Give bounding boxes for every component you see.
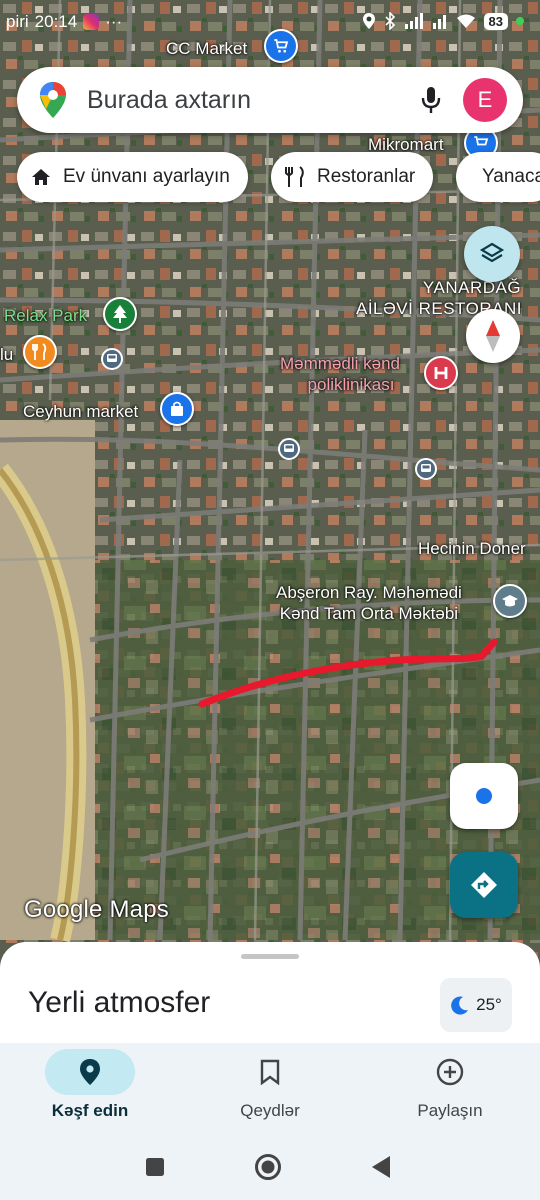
search-bar[interactable]: Burada axtarın E — [17, 67, 523, 133]
status-bar-left: piri 20:14 ··· — [6, 12, 122, 32]
chip-label: Yanacaq — [482, 166, 540, 187]
map-label-school[interactable]: Abşeron Ray. Məhəmədi Kənd Tam Orta Məkt… — [276, 582, 462, 624]
compass-icon — [486, 320, 500, 352]
shopping-bag-icon[interactable] — [160, 392, 194, 426]
back-triangle-icon — [372, 1156, 390, 1178]
home-button[interactable] — [252, 1151, 284, 1183]
poliklinika-line-2: poliklinikası — [307, 375, 395, 394]
nav-label: Kəşf edin — [51, 1101, 129, 1120]
chip-label: Restoranlar — [317, 166, 416, 187]
bookmark-icon — [225, 1049, 315, 1095]
restaurant-icon[interactable] — [23, 335, 57, 369]
chip-fuel[interactable]: Yanacaq — [456, 152, 540, 202]
add-circle-icon — [405, 1049, 495, 1095]
compass-button[interactable] — [466, 309, 520, 363]
poliklinika-line-1: Məmmədli kənd — [280, 354, 400, 373]
layers-icon — [479, 242, 505, 263]
chip-label: Ev ünvanı ayarlayın — [63, 166, 230, 187]
layers-button[interactable] — [464, 226, 520, 282]
nav-label: Paylaşın — [417, 1101, 483, 1120]
map-label-relax-park[interactable]: Relax Park — [4, 305, 87, 326]
my-location-button[interactable] — [450, 763, 518, 829]
map-label-poliklinika[interactable]: Məmmədli kənd poliklinikası — [280, 353, 400, 395]
chip-restaurants[interactable]: Restoranlar — [271, 152, 434, 202]
nav-label: Qeydlər — [240, 1101, 300, 1120]
nav-explore[interactable]: Kəşf edin — [0, 1043, 180, 1133]
status-bar: piri 20:14 ··· 83 — [0, 0, 540, 46]
explore-pin-icon — [45, 1049, 135, 1095]
school-icon[interactable] — [493, 584, 527, 618]
carrier-name: piri — [6, 12, 29, 31]
system-navigation-bar — [0, 1133, 540, 1200]
bottom-navigation: Kəşf edin Qeydlər Paylaşın — [0, 1043, 540, 1133]
bus-stop-icon[interactable] — [415, 458, 437, 480]
moon-icon — [451, 996, 469, 1015]
clock: 20:14 — [34, 12, 78, 31]
map-label-hecinin-doner[interactable]: Hecinin Doner — [418, 538, 526, 559]
recents-button[interactable] — [139, 1151, 171, 1183]
nav-saved[interactable]: Qeydlər — [180, 1043, 360, 1133]
nav-contribute[interactable]: Paylaşın — [360, 1043, 540, 1133]
home-circle-icon — [255, 1154, 281, 1180]
search-input[interactable]: Burada axtarın — [83, 86, 409, 115]
sheet-drag-handle[interactable] — [241, 954, 299, 959]
google-maps-pin-icon — [23, 81, 83, 119]
weather-badge[interactable]: 25° — [440, 978, 512, 1032]
directions-icon — [471, 872, 497, 898]
school-line-2: Kənd Tam Orta Məktəbi — [279, 604, 459, 623]
status-bar-right: 83 — [362, 12, 524, 30]
location-icon — [362, 13, 375, 29]
temperature: 25° — [476, 995, 502, 1014]
bus-stop-icon[interactable] — [101, 348, 123, 370]
school-line-1: Abşeron Ray. Məhəmədi — [276, 583, 462, 602]
more-notifications: ··· — [105, 12, 123, 31]
map-label-lu[interactable]: lu — [0, 344, 13, 365]
park-tree-icon[interactable] — [103, 297, 137, 331]
account-avatar[interactable]: E — [463, 78, 507, 122]
restaurant-icon — [285, 166, 304, 187]
recents-icon — [146, 1158, 164, 1176]
microphone-icon[interactable] — [409, 86, 453, 114]
google-maps-logo: Google Maps — [24, 896, 169, 923]
sheet-title: Yerli atmosfer — [28, 986, 211, 1019]
bus-stop-icon[interactable] — [278, 438, 300, 460]
back-button[interactable] — [365, 1151, 397, 1183]
map-label-ceyhun-market[interactable]: Ceyhun market — [23, 401, 138, 422]
directions-button[interactable] — [450, 852, 518, 918]
bottom-sheet[interactable]: Yerli atmosfer 25° — [0, 942, 540, 1052]
hospital-icon[interactable] — [424, 356, 458, 390]
signal-icon — [404, 13, 423, 29]
wifi-icon — [456, 14, 475, 28]
chip-set-home[interactable]: Ev ünvanı ayarlayın — [17, 152, 248, 202]
my-location-icon — [476, 788, 492, 804]
signal-2-icon — [432, 15, 446, 29]
bluetooth-icon — [384, 12, 395, 30]
instagram-notification-icon — [83, 14, 100, 30]
battery-indicator: 83 — [483, 12, 508, 30]
home-icon — [32, 169, 50, 185]
privacy-dot-icon — [516, 17, 524, 25]
